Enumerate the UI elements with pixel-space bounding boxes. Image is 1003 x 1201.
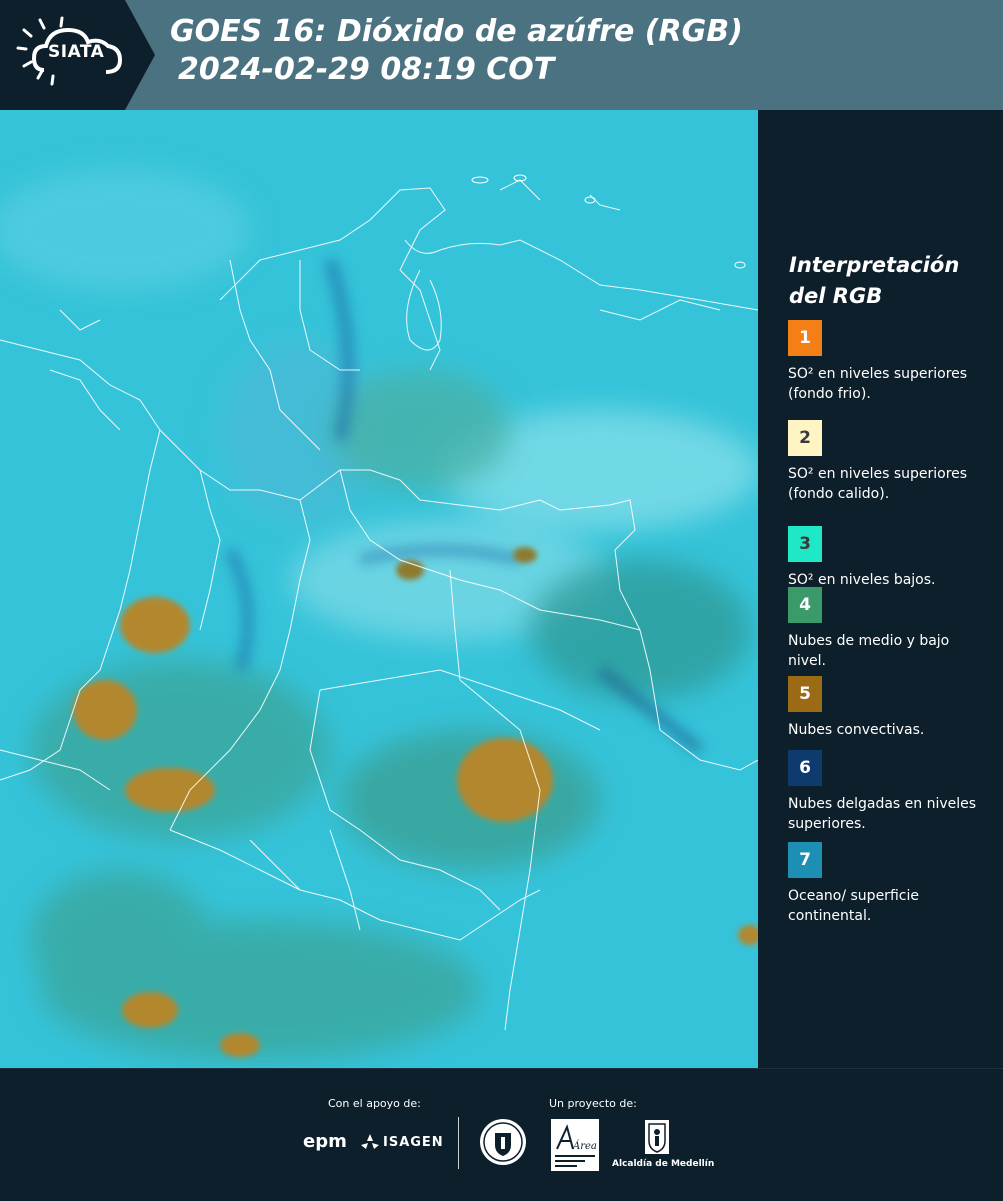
legend-title: Interpretación del RGB — [789, 253, 960, 308]
legend-item-4: 4 Nubes de medio y bajo nivel. — [788, 587, 988, 671]
legend-item-3: 3 SO² en niveles bajos. — [788, 526, 988, 590]
legend-number-6: 6 — [799, 758, 811, 778]
legend-number-2: 2 — [799, 428, 811, 448]
alcaldia-shield-icon — [645, 1120, 669, 1154]
legend-swatch-2: 2 — [788, 420, 822, 456]
legend-swatch-3: 3 — [788, 526, 822, 562]
legend-item-5: 5 Nubes convectivas. — [788, 676, 988, 740]
epm-logo: epm — [303, 1131, 347, 1152]
legend-label-6: Nubes delgadas en niveles superiores. — [788, 796, 977, 832]
footer: Con el apoyo de: Un proyecto de: epm ISA… — [0, 1068, 1003, 1201]
legend-swatch-7: 7 — [788, 842, 822, 878]
medellin-seal-icon — [480, 1119, 526, 1165]
footer-divider — [458, 1117, 459, 1169]
alcaldia-logo: Alcaldía de Medellín — [612, 1159, 715, 1169]
legend-swatch-4: 4 — [788, 587, 822, 623]
legend-label-4: Nubes de medio y bajo nivel. — [788, 633, 950, 669]
area-logo-text: Área — [572, 1140, 597, 1152]
legend-item-1: 1 SO² en niveles superiores (fondo frio)… — [788, 320, 988, 404]
satellite-map — [0, 110, 758, 1068]
legend-number-3: 3 — [799, 534, 811, 554]
legend-item-6: 6 Nubes delgadas en niveles superiores. — [788, 750, 988, 834]
legend-label-1: SO² en niveles superiores (fondo frio). — [788, 366, 968, 402]
satellite-map-image — [0, 110, 758, 1068]
area-metropolitana-logo: Área — [551, 1119, 599, 1171]
page-subtitle: 2024-02-29 08:19 COT — [178, 52, 555, 87]
legend-item-2: 2 SO² en niveles superiores (fondo calid… — [788, 420, 988, 504]
isagen-logo: ISAGEN — [383, 1135, 444, 1150]
legend-number-5: 5 — [799, 684, 811, 704]
legend-number-7: 7 — [799, 850, 811, 870]
siata-logo: SIATA — [0, 0, 155, 110]
page-title: GOES 16: Dióxido de azúfre (RGB) — [170, 14, 743, 49]
header: SIATA GOES 16: Dióxido de azúfre (RGB) 2… — [0, 0, 1003, 110]
legend-swatch-6: 6 — [788, 750, 822, 786]
support-label: Con el apoyo de: — [328, 1097, 421, 1110]
legend-swatch-5: 5 — [788, 676, 822, 712]
project-label: Un proyecto de: — [549, 1097, 637, 1110]
legend-panel: Interpretación del RGB 1 SO² en niveles … — [758, 110, 1003, 1068]
legend-number-4: 4 — [799, 595, 811, 615]
legend-label-2: SO² en niveles superiores (fondo calido)… — [788, 466, 968, 502]
legend-item-7: 7 Oceano/ superficie continental. — [788, 842, 988, 926]
legend-label-5: Nubes convectivas. — [788, 722, 925, 738]
isagen-icon — [361, 1134, 379, 1149]
logo-text: SIATA — [48, 42, 105, 62]
legend-label-7: Oceano/ superficie continental. — [788, 888, 919, 924]
legend-number-1: 1 — [799, 328, 811, 348]
legend-swatch-1: 1 — [788, 320, 822, 356]
